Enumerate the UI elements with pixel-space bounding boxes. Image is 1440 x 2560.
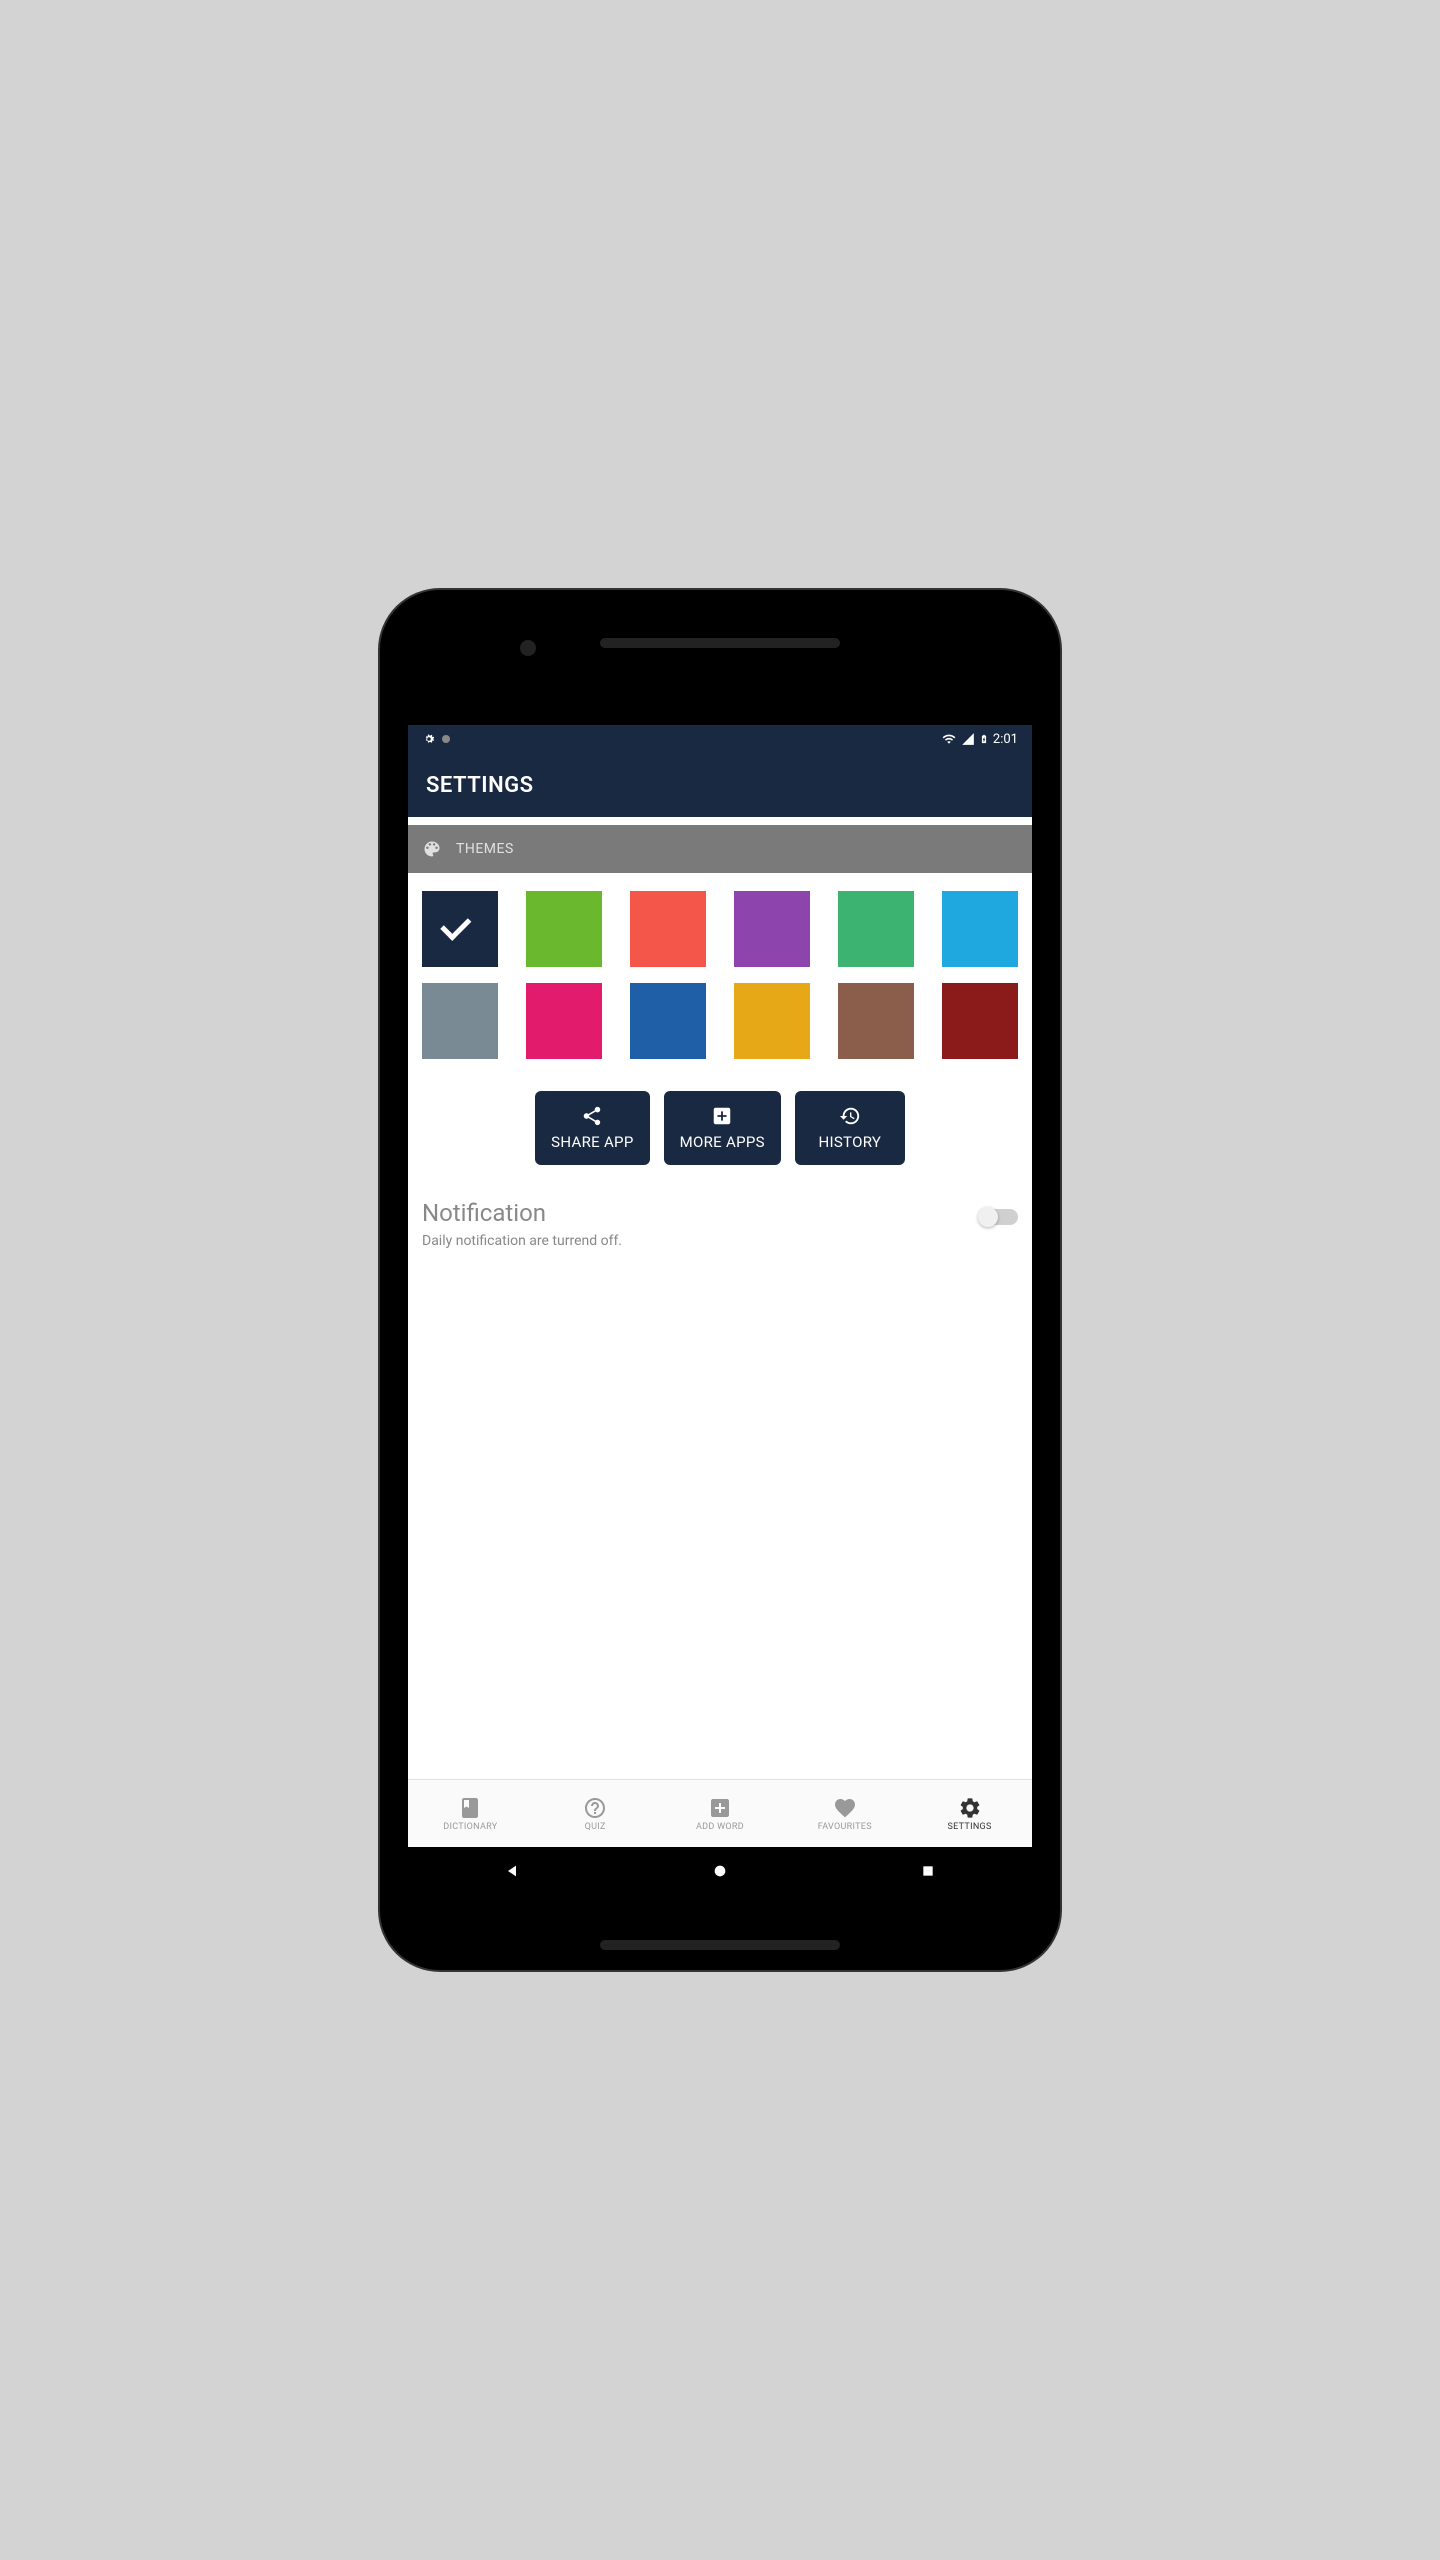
status-dot-icon <box>442 735 450 743</box>
gear-icon <box>958 1796 982 1820</box>
page-title: SETTINGS <box>426 773 534 798</box>
theme-swatch-9[interactable] <box>734 983 810 1059</box>
more-apps-label: MORE APPS <box>680 1133 765 1151</box>
nav-item-quiz[interactable]: QUIZ <box>533 1780 658 1847</box>
palette-icon <box>422 839 442 859</box>
nav-label: FAVOURITES <box>818 1822 872 1832</box>
notification-text-group: Notification Daily notification are turr… <box>422 1199 622 1249</box>
theme-swatch-3[interactable] <box>734 891 810 967</box>
content-area: SHARE APP MORE APPS HISTORY Notification <box>408 873 1032 1779</box>
android-back-button[interactable] <box>502 1861 522 1881</box>
themes-section-header: THEMES <box>408 825 1032 873</box>
divider <box>408 817 1032 825</box>
plus-icon <box>708 1796 732 1820</box>
notification-title: Notification <box>422 1199 622 1227</box>
share-icon <box>581 1105 603 1127</box>
theme-swatch-7[interactable] <box>526 983 602 1059</box>
nav-label: ADD WORD <box>696 1822 744 1832</box>
triangle-back-icon <box>504 1863 520 1879</box>
theme-swatch-0[interactable] <box>422 891 498 967</box>
history-icon <box>839 1105 861 1127</box>
phone-speaker-top <box>600 638 840 648</box>
android-home-button[interactable] <box>710 1861 730 1881</box>
nav-item-settings[interactable]: SETTINGS <box>907 1780 1032 1847</box>
status-bar: 2:01 <box>408 725 1032 753</box>
theme-swatch-4[interactable] <box>838 891 914 967</box>
theme-swatch-2[interactable] <box>630 891 706 967</box>
gear-icon <box>422 732 436 746</box>
phone-inner: 2:01 SETTINGS THEMES SHARE APP <box>394 610 1046 1950</box>
heart-icon <box>833 1796 857 1820</box>
plus-box-icon <box>711 1105 733 1127</box>
theme-swatch-10[interactable] <box>838 983 914 1059</box>
nav-item-add-word[interactable]: ADD WORD <box>658 1780 783 1847</box>
nav-label: DICTIONARY <box>443 1822 497 1832</box>
share-app-button[interactable]: SHARE APP <box>535 1091 649 1165</box>
circle-home-icon <box>712 1863 728 1879</box>
nav-label: SETTINGS <box>948 1822 992 1832</box>
toggle-knob <box>978 1207 998 1227</box>
android-nav-bar <box>408 1847 1032 1895</box>
notification-section: Notification Daily notification are turr… <box>408 1179 1032 1269</box>
nav-item-favourites[interactable]: FAVOURITES <box>782 1780 907 1847</box>
app-header: SETTINGS <box>408 753 1032 817</box>
theme-swatch-8[interactable] <box>630 983 706 1059</box>
history-button[interactable]: HISTORY <box>795 1091 905 1165</box>
phone-camera <box>520 640 536 656</box>
android-recent-button[interactable] <box>918 1861 938 1881</box>
square-recent-icon <box>920 1863 936 1879</box>
wifi-icon <box>941 732 957 746</box>
nav-item-dictionary[interactable]: DICTIONARY <box>408 1780 533 1847</box>
theme-swatch-11[interactable] <box>942 983 1018 1059</box>
question-icon <box>583 1796 607 1820</box>
screen: 2:01 SETTINGS THEMES SHARE APP <box>408 725 1032 1895</box>
theme-swatch-6[interactable] <box>422 983 498 1059</box>
theme-swatch-5[interactable] <box>942 891 1018 967</box>
notification-subtitle: Daily notification are turrend off. <box>422 1233 622 1249</box>
more-apps-button[interactable]: MORE APPS <box>664 1091 781 1165</box>
status-time: 2:01 <box>993 732 1018 747</box>
action-button-row: SHARE APP MORE APPS HISTORY <box>408 1077 1032 1179</box>
phone-speaker-bottom <box>600 1940 840 1950</box>
theme-grid <box>408 873 1032 1077</box>
themes-label: THEMES <box>456 841 514 857</box>
bottom-nav: DICTIONARY QUIZ ADD WORD FAVOURITES SETTINGS <box>408 1779 1032 1847</box>
theme-swatch-1[interactable] <box>526 891 602 967</box>
phone-frame: 2:01 SETTINGS THEMES SHARE APP <box>380 590 1060 1970</box>
battery-icon <box>979 731 989 747</box>
history-label: HISTORY <box>818 1133 881 1151</box>
share-app-label: SHARE APP <box>551 1133 633 1151</box>
signal-icon <box>961 732 975 746</box>
nav-label: QUIZ <box>585 1822 606 1832</box>
notification-toggle[interactable] <box>980 1209 1018 1225</box>
status-bar-right: 2:01 <box>941 731 1018 747</box>
book-icon <box>458 1796 482 1820</box>
status-bar-left <box>422 732 450 746</box>
